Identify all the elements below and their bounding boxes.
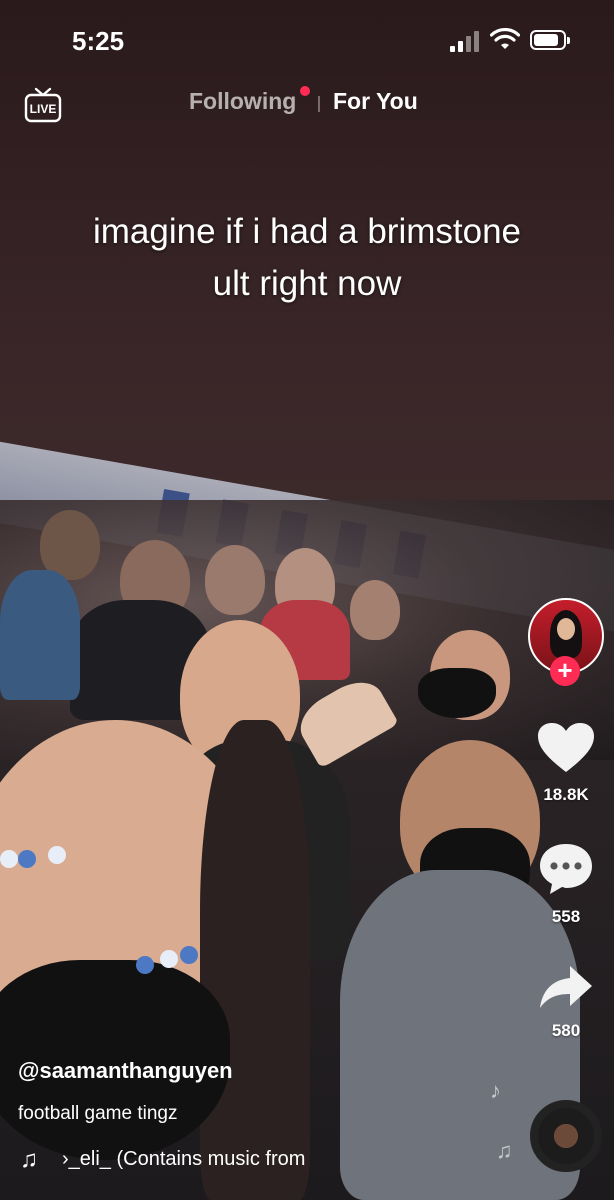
music-note-icon: ♫ xyxy=(20,1146,38,1173)
like-button[interactable]: 18.8K xyxy=(530,722,602,805)
comment-count: 558 xyxy=(551,907,581,926)
creator-avatar-group: + xyxy=(528,598,604,686)
share-count: 580 xyxy=(551,1021,581,1040)
status-bar: 5:25 xyxy=(0,0,614,80)
video-description: football game tingz xyxy=(18,1103,178,1124)
floating-note-icon: ♫ xyxy=(496,1138,513,1163)
floating-note-icon: ♪ xyxy=(490,1078,501,1103)
share-icon xyxy=(540,966,592,1008)
tab-divider xyxy=(318,96,320,112)
comment-button[interactable]: 558 xyxy=(530,842,602,927)
creator-username[interactable]: @saamanthanguyen xyxy=(18,1058,233,1084)
heart-icon xyxy=(538,723,594,772)
comment-icon xyxy=(540,844,592,894)
caption-line: ult right now xyxy=(212,264,402,303)
like-count: 18.8K xyxy=(543,785,589,804)
tab-following[interactable]: Following xyxy=(189,88,296,115)
feed-tabs: Following For You xyxy=(0,86,614,122)
video-caption-overlay: imagine if i had a brimstone ult right n… xyxy=(30,206,584,310)
tab-for-you[interactable]: For You xyxy=(333,88,418,115)
status-time: 5:25 xyxy=(72,26,125,56)
cellular-signal-icon xyxy=(450,30,482,52)
caption-line: imagine if i had a brimstone xyxy=(93,212,521,251)
wifi-icon xyxy=(490,28,520,49)
notification-dot xyxy=(300,86,310,96)
share-button[interactable]: 580 xyxy=(530,964,602,1041)
music-disc-icon[interactable] xyxy=(530,1100,602,1172)
music-ticker[interactable]: ♫ ›_eli_ (Contains music from xyxy=(18,1146,338,1174)
music-title: ›_eli_ (Contains music from xyxy=(62,1148,306,1170)
battery-icon xyxy=(530,30,570,50)
follow-plus-icon[interactable]: + xyxy=(550,656,580,686)
video-background[interactable] xyxy=(0,0,614,1200)
